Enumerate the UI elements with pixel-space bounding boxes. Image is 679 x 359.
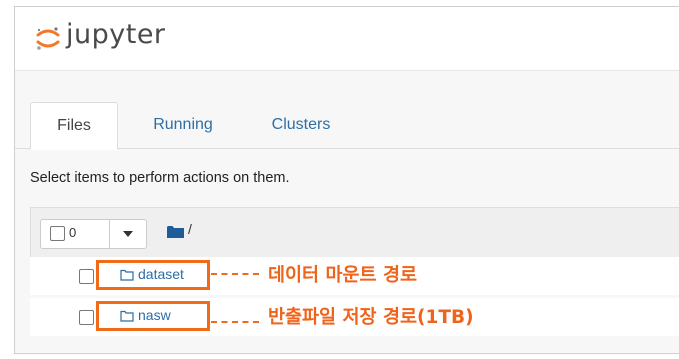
- highlight-box-dataset: [96, 260, 210, 290]
- annotation-nasw: 반출파일 저장 경로(1TB): [268, 307, 474, 328]
- instruction-text: Select items to perform actions on them.: [30, 170, 290, 186]
- selected-count: 0: [69, 225, 77, 240]
- jupyter-logo-icon: [36, 27, 60, 50]
- divider: [109, 220, 110, 248]
- header: jupyter: [15, 7, 679, 71]
- file-toolbar: 0 /: [30, 207, 679, 258]
- highlight-box-nasw: [96, 301, 210, 331]
- annotation-line-nasw: [211, 321, 259, 323]
- row-checkbox[interactable]: [79, 310, 94, 325]
- breadcrumb-root[interactable]: /: [188, 221, 192, 237]
- app-title[interactable]: jupyter: [66, 19, 166, 50]
- tab-bar: Files Running Clusters: [15, 102, 679, 150]
- select-all-checkbox[interactable]: [50, 226, 65, 241]
- tab-running[interactable]: Running: [133, 102, 233, 148]
- tab-files[interactable]: Files: [30, 102, 118, 150]
- annotation-dataset: 데이터 마운트 경로: [268, 265, 418, 286]
- chevron-down-icon[interactable]: [123, 231, 133, 237]
- annotation-line-dataset: [211, 273, 259, 275]
- select-all-dropdown[interactable]: 0: [40, 219, 147, 249]
- folder-icon[interactable]: [167, 225, 184, 239]
- row-checkbox[interactable]: [79, 269, 94, 284]
- tab-clusters[interactable]: Clusters: [251, 102, 351, 148]
